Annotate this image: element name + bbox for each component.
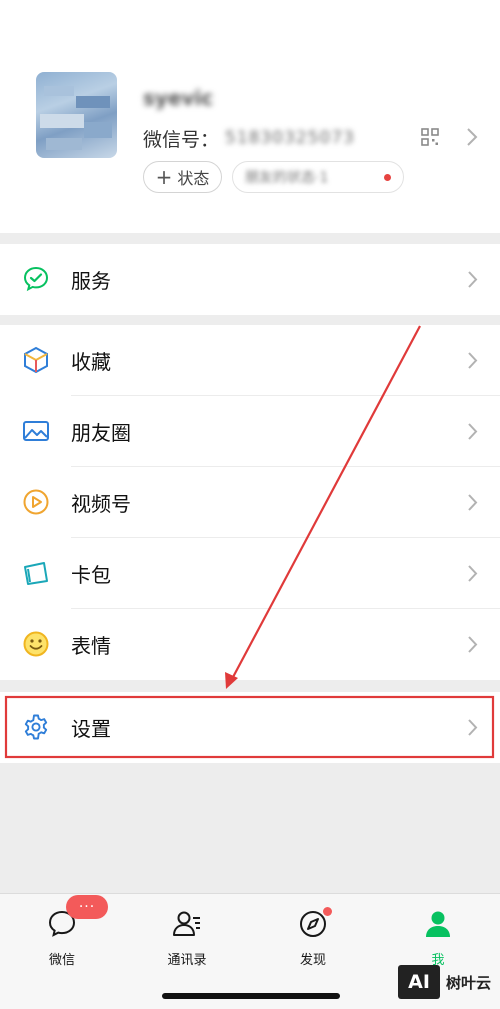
- friends-status-text: 朋友的状态·1: [245, 170, 329, 186]
- person-icon: [426, 911, 450, 937]
- favorites-icon: [24, 346, 48, 374]
- menu-item-label: 收藏: [71, 350, 111, 374]
- avatar[interactable]: [36, 72, 117, 158]
- tab-me[interactable]: 我: [398, 908, 478, 968]
- menu-item-service[interactable]: 服务: [0, 244, 500, 315]
- tab-discover[interactable]: 发现: [273, 908, 353, 968]
- menu-item-settings[interactable]: 设置: [0, 692, 500, 763]
- chevron-right-icon: [468, 565, 478, 582]
- plus-icon: +: [155, 165, 173, 189]
- notification-dot: [384, 174, 391, 181]
- chevron-right-icon: [468, 719, 478, 736]
- menu-item-label: 视频号: [71, 492, 131, 516]
- home-indicator[interactable]: [162, 993, 340, 999]
- qr-code-icon[interactable]: [421, 128, 439, 146]
- menu-item-stickers[interactable]: 表情: [0, 609, 500, 680]
- menu-item-favorites[interactable]: 收藏: [0, 325, 500, 396]
- tab-label: 微信: [48, 953, 75, 968]
- tab-label: 发现: [299, 953, 326, 968]
- chevron-right-icon: [468, 423, 478, 440]
- menu-item-label: 表情: [71, 634, 111, 658]
- menu-item-channels[interactable]: 视频号: [0, 467, 500, 538]
- watermark: AI 树叶云: [398, 964, 491, 1000]
- chevron-right-icon: [468, 271, 478, 288]
- chevron-right-icon: [468, 636, 478, 653]
- wechat-id: 微信号： 51830325073: [143, 126, 355, 151]
- tab-label: 通讯录: [167, 953, 207, 968]
- chevron-right-icon: [468, 494, 478, 511]
- watermark-text: 树叶云: [446, 973, 492, 992]
- menu-item-moments[interactable]: 朋友圈: [0, 396, 500, 467]
- menu-item-label: 卡包: [71, 563, 111, 587]
- gear-icon: [24, 714, 48, 740]
- friends-status-pill[interactable]: 朋友的状态·1: [232, 161, 404, 193]
- nickname: syevic: [143, 86, 214, 110]
- sticker-icon: [23, 631, 49, 657]
- watermark-logo: AI: [398, 965, 440, 999]
- main-menu-group: 收藏 朋友圈 视频号 卡包 表情: [0, 325, 500, 680]
- unread-badge: ···: [66, 895, 108, 919]
- card-wallet-icon: [24, 562, 48, 585]
- service-group: 服务: [0, 244, 500, 315]
- tab-contacts[interactable]: 通讯录: [147, 908, 227, 968]
- profile-header[interactable]: syevic 微信号： 51830325073 + 状态 朋友的状态·1: [0, 0, 500, 233]
- service-icon: [23, 266, 49, 292]
- status-button[interactable]: + 状态: [143, 161, 222, 193]
- contacts-icon: [173, 911, 200, 936]
- wechat-id-value: 51830325073: [225, 128, 355, 148]
- status-button-label: 状态: [177, 169, 210, 188]
- moments-icon: [23, 421, 49, 441]
- wechat-id-label: 微信号：: [143, 128, 220, 151]
- channels-icon: [23, 489, 49, 515]
- chevron-right-icon[interactable]: [466, 127, 478, 147]
- menu-item-label: 设置: [71, 717, 111, 741]
- menu-item-label: 朋友圈: [71, 421, 131, 445]
- menu-item-cards[interactable]: 卡包: [0, 538, 500, 609]
- menu-item-label: 服务: [71, 269, 111, 293]
- discover-red-dot: [323, 907, 332, 916]
- settings-group: 设置: [0, 692, 500, 763]
- chevron-right-icon: [468, 352, 478, 369]
